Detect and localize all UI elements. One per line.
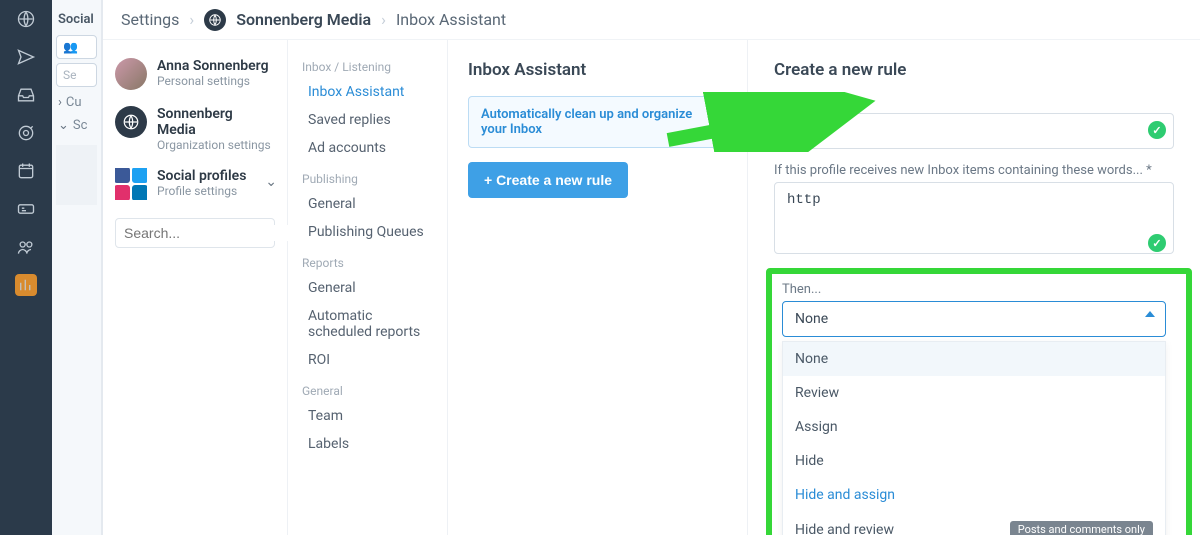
crumb-workspace[interactable]: Sonnenberg Media: [236, 10, 371, 29]
nav-saved-replies[interactable]: Saved replies: [288, 106, 447, 134]
social-profiles-icon: [115, 168, 147, 200]
opt-hide-review[interactable]: Hide and review Posts and comments only: [783, 512, 1165, 535]
account-profiles[interactable]: Social profiles Profile settings: [103, 160, 287, 208]
opt-hide-assign[interactable]: Hide and assign: [783, 478, 1165, 512]
nav-team[interactable]: Team: [288, 402, 447, 430]
create-rule-button[interactable]: + Create a new rule: [468, 162, 628, 198]
bg-tab: Social: [56, 8, 97, 31]
send-icon[interactable]: [15, 46, 37, 68]
nav-reports-general[interactable]: General: [288, 274, 447, 302]
chart-icon[interactable]: [15, 274, 37, 296]
check-icon: [1148, 121, 1166, 139]
check-icon: [1148, 234, 1166, 252]
account-name: Social profiles: [157, 168, 246, 184]
opt-review[interactable]: Review: [783, 376, 1165, 410]
account-name: Sonnenberg Media: [157, 106, 275, 138]
nav-reports-auto[interactable]: Automatic scheduled reports: [288, 302, 447, 346]
org-icon: [115, 106, 147, 138]
create-rule-title: Create a new rule: [774, 60, 1174, 80]
create-rule-panel: Create a new rule Rule name * If this pr…: [748, 0, 1200, 535]
nav-reports-roi[interactable]: ROI: [288, 346, 447, 374]
settings-nav: Inbox / Listening Inbox Assistant Saved …: [288, 0, 448, 535]
account-sub: Personal settings: [157, 74, 269, 88]
account-personal[interactable]: Anna Sonnenberg Personal settings: [103, 50, 287, 98]
opt-assign[interactable]: Assign: [783, 410, 1165, 444]
then-label: Then...: [782, 282, 1166, 297]
nav-group-general: General: [288, 374, 447, 402]
background-panel: Social 👥 Se ›Cu ⌄Sc: [52, 0, 102, 535]
ads-icon[interactable]: [15, 198, 37, 220]
opt-hide[interactable]: Hide: [783, 444, 1165, 478]
people-icon[interactable]: [15, 236, 37, 258]
accounts-column: Anna Sonnenberg Personal settings Sonnen…: [103, 0, 288, 535]
bg-search: Se: [56, 63, 97, 87]
crumb-page: Inbox Assistant: [396, 10, 506, 29]
rule-name-input[interactable]: [774, 113, 1174, 149]
account-name: Anna Sonnenberg: [157, 58, 269, 74]
target-icon[interactable]: [15, 122, 37, 144]
inbox-assistant-panel: Inbox Assistant Automatically clean up a…: [448, 0, 748, 535]
then-select[interactable]: None: [782, 301, 1166, 337]
bg-row-custom: ›Cu: [56, 91, 97, 114]
crumb-settings[interactable]: Settings: [121, 10, 179, 29]
nav-publishing-queues[interactable]: Publishing Queues: [288, 218, 447, 246]
settings-modal: × Settings › Sonnenberg Media › Inbox As…: [102, 0, 1200, 535]
then-dropdown: None Review Assign Hide Hide and assign …: [782, 341, 1166, 535]
avatar: [115, 58, 147, 90]
inbox-icon[interactable]: [15, 84, 37, 106]
left-rail: [0, 0, 52, 535]
inbox-assistant-title: Inbox Assistant: [468, 60, 727, 80]
search-input[interactable]: [124, 225, 305, 241]
workspace-icon: [204, 9, 226, 31]
then-select-value: None: [795, 311, 828, 327]
bg-skeleton: [56, 145, 97, 205]
nav-labels[interactable]: Labels: [288, 430, 447, 458]
bg-row-scheduled: ⌄Sc: [56, 114, 97, 137]
words-label: If this profile receives new Inbox items…: [774, 163, 1174, 178]
info-banner: Automatically clean up and organize your…: [468, 96, 727, 148]
nav-group-inbox: Inbox / Listening: [288, 50, 447, 78]
search-input-wrap[interactable]: [115, 218, 275, 248]
opt-hide-review-tag: Posts and comments only: [1010, 521, 1153, 535]
words-input[interactable]: [774, 182, 1174, 254]
nav-publishing-general[interactable]: General: [288, 190, 447, 218]
nav-inbox-assistant[interactable]: Inbox Assistant: [288, 78, 447, 106]
nav-group-publishing: Publishing: [288, 162, 447, 190]
account-sub: Organization settings: [157, 138, 275, 152]
chevron-right-icon: ›: [381, 10, 386, 29]
opt-hide-review-label: Hide and review: [795, 522, 894, 535]
logo-icon[interactable]: [15, 8, 37, 30]
account-sub: Profile settings: [157, 184, 246, 198]
nav-group-reports: Reports: [288, 246, 447, 274]
nav-ad-accounts[interactable]: Ad accounts: [288, 134, 447, 162]
opt-none[interactable]: None: [783, 342, 1165, 376]
calendar-icon[interactable]: [15, 160, 37, 182]
account-org[interactable]: Sonnenberg Media Organization settings: [103, 98, 287, 160]
caret-up-icon: [1145, 311, 1155, 317]
rule-name-label: Rule name *: [774, 94, 1174, 109]
chevron-right-icon: ›: [189, 10, 194, 29]
bg-chip: 👥: [56, 35, 97, 59]
